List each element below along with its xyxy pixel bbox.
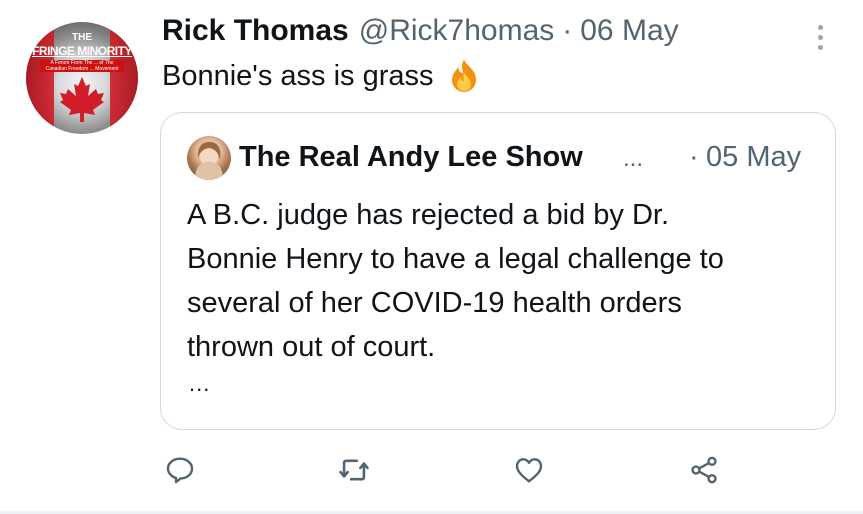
quoted-more-indicator: ... [189,371,211,396]
more-options-button[interactable] [806,22,834,52]
avatar-text-line1: THE [72,32,92,43]
quoted-author-avatar[interactable] [187,136,231,180]
share-button[interactable] [684,450,724,490]
like-button[interactable] [509,450,549,490]
tweet-date[interactable]: 06 May [580,14,678,48]
heart-icon [515,458,543,483]
retweet-button[interactable] [334,450,374,490]
quoted-name-truncation: ... [623,145,644,172]
quoted-tweet-card[interactable]: The Real Andy Lee Show ... · 05 May A B.… [160,112,836,430]
maple-leaf-icon [60,77,104,122]
author-avatar[interactable]: THE FRINGE MINORITY A Forum From The ...… [26,22,138,134]
author-handle[interactable]: @Rick7homas [359,14,555,48]
tweet-header: Rick Thomas @Rick7homas · 06 May [162,14,679,58]
tweet-text: Bonnie's ass is grass [162,58,482,94]
header-separator: · [562,14,573,47]
more-dot-icon [817,34,823,40]
avatar-text-line3: A Forum From The ... of The Canadian Fre… [40,60,124,72]
quoted-author-name[interactable]: The Real Andy Lee Show [239,141,583,174]
quoted-text-line: several of her COVID-19 health orders [187,287,682,319]
more-dot-icon [817,24,823,30]
quoted-date[interactable]: 05 May [706,141,801,174]
person-photo-icon [195,142,223,180]
reply-icon [166,457,194,484]
fire-icon [451,60,476,92]
quoted-text-line: A B.C. judge has rejected a bid by Dr. [187,199,669,231]
more-dot-icon [817,44,823,50]
reply-button[interactable] [160,450,200,490]
avatar-text-line2: FRINGE MINORITY [32,44,132,58]
tweet-actions-bar [0,440,863,500]
quoted-text-line: thrown out of court. [187,331,436,363]
share-icon [691,456,717,484]
quoted-text: A B.C. judge has rejected a bid by Dr. B… [187,193,827,369]
quoted-separator: · [689,141,699,173]
author-name[interactable]: Rick Thomas [162,14,349,48]
tweet-text-content: Bonnie's ass is grass [162,59,434,92]
retweet-icon [339,459,369,481]
quoted-text-line: Bonnie Henry to have a legal challenge t… [187,243,724,275]
